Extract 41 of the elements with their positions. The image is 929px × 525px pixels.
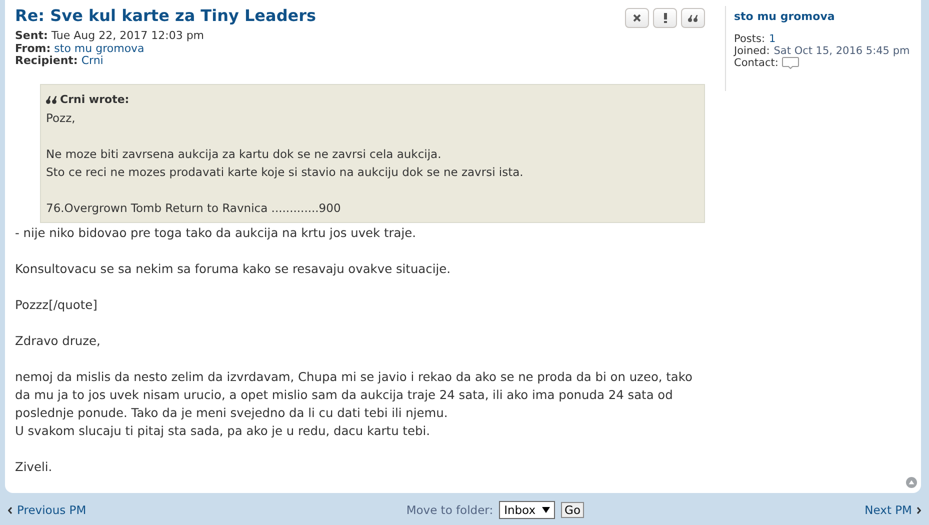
author-name[interactable]: sto mu gromova: [734, 10, 910, 23]
quote-text: 76.Overgrown Tomb Return to Ravnica .............900: [46, 200, 342, 216]
detail-label: Sent:: [15, 29, 48, 42]
chevron-right-icon: [916, 506, 921, 514]
message-title: Re: Sve kul karte za Tiny Leaders: [15, 6, 316, 25]
message-text: Ziveli.: [15, 458, 54, 476]
delete-button[interactable]: [625, 8, 649, 28]
user-link[interactable]: sto mu gromova: [54, 42, 144, 54]
message-text: U svakom slucaju ti pitaj sta sada, pa ako je u redu, dacu kartu tebi.: [15, 422, 431, 440]
posts-link[interactable]: 1: [768, 33, 776, 45]
quote-text: Sto ce reci ne mozes prodavati karte koje si stavio na aukciju dok se ne zavrsi ista.: [46, 164, 524, 180]
message-text: Pozzz[/quote]: [15, 296, 98, 314]
profile-label: Contact:: [734, 57, 778, 69]
detail-label: Recipient:: [15, 54, 78, 67]
chevron-left-icon: [8, 506, 12, 514]
profile-label: Joined:: [734, 45, 770, 57]
message-text: Konsultovacu se sa nekim sa foruma kako se resavaju ovakve situacije.: [15, 260, 452, 278]
quote-button[interactable]: [681, 8, 705, 28]
exclamation-icon: [664, 13, 666, 23]
profile-value: Sat Oct 15, 2016 5:45 pm: [774, 45, 910, 57]
detail-value: Tue Aug 22, 2017 12:03 pm: [51, 29, 204, 42]
next-pm-link[interactable]: Next PM: [864, 503, 921, 517]
message-text: - nije niko bidovao pre toga tako da aukcija na krtu jos uvek traje.: [15, 224, 418, 242]
message-text: nemoj da mislis da nesto zelim da izvrdavam, Chupa mi se javio i rekao da ako se ne proda da bi on uzeo, tako da mu ja to jos uvek nisam urucio, a opet mislio sam da aukcija traje 24 sata, ili ako ima ponuda 24 sata od poslednje ponude. Tako da je meni svejedno da li cu dati tebi ili njemu.: [15, 368, 694, 422]
folder-select[interactable]: Inbox: [499, 501, 555, 519]
previous-pm-link[interactable]: Previous PM: [8, 503, 86, 517]
report-button[interactable]: [653, 8, 677, 28]
close-icon: [633, 14, 641, 22]
speech-bubble-icon[interactable]: [782, 57, 800, 69]
dropdown-arrow-icon: [542, 507, 550, 513]
message-text: Zdravo druze,: [15, 332, 102, 350]
quote-text: Pozz,: [46, 110, 76, 126]
quote-author: Crni wrote:: [60, 92, 130, 108]
quote-icon: [688, 14, 698, 22]
quote-icon: [46, 96, 57, 104]
detail-label: From:: [15, 42, 51, 54]
move-label: Move to folder:: [406, 503, 494, 517]
quote-text: Ne moze biti zavrsena aukcija za kartu dok se ne zavrsi cela aukcija.: [46, 146, 442, 162]
user-link[interactable]: Crni: [81, 54, 104, 67]
profile-label: Posts:: [734, 33, 765, 45]
go-button[interactable]: Go: [560, 502, 584, 518]
